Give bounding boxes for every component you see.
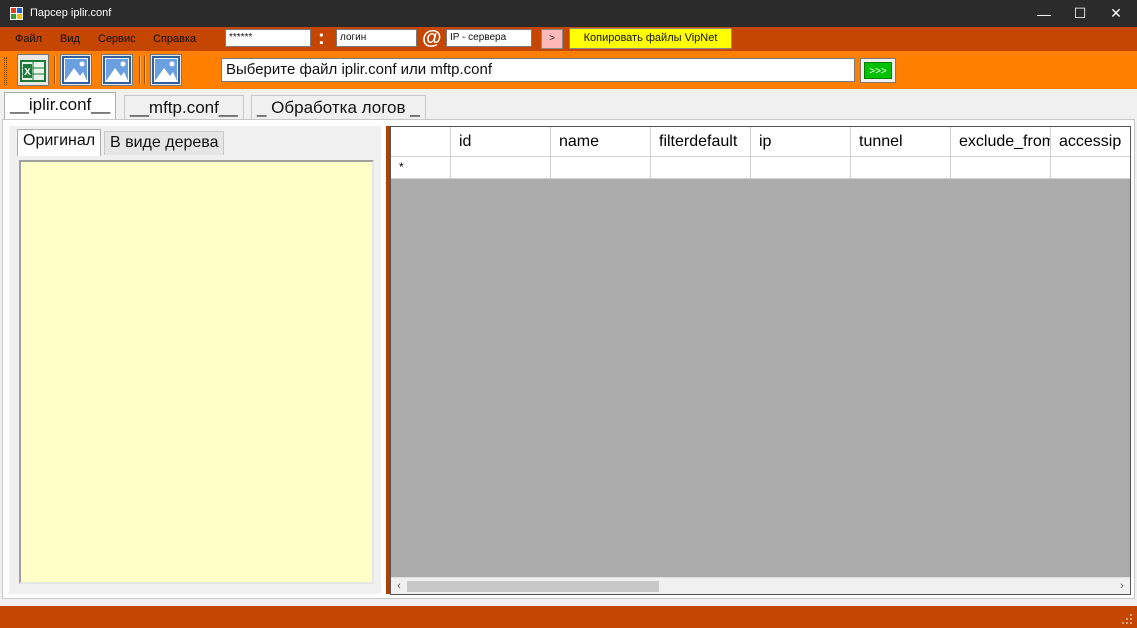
tab-mftp-conf[interactable]: __mftp.conf__ xyxy=(124,95,244,119)
scrollbar-thumb[interactable] xyxy=(407,581,659,592)
app-icon xyxy=(10,7,23,20)
svg-text:X: X xyxy=(24,67,31,78)
login-field[interactable]: логин xyxy=(336,29,417,47)
table-row[interactable]: * xyxy=(391,157,1130,179)
data-grid[interactable]: id name filterdefault ip tunnel exclude_… xyxy=(390,126,1131,595)
subtab-original[interactable]: Оригинал xyxy=(17,129,102,156)
export-excel-button[interactable]: X xyxy=(17,54,49,86)
subtab-tree-view[interactable]: В виде дерева xyxy=(104,131,225,155)
menu-bar: Файл Вид Сервис Справка ****** : логин @… xyxy=(0,27,1137,51)
column-header-ip[interactable]: ip xyxy=(751,127,851,157)
menu-service[interactable]: Сервис xyxy=(98,33,136,45)
toolbar-grip[interactable] xyxy=(4,57,7,85)
main-window: Парсер iplir.conf — ☐ ✕ Файл Вид Сервис … xyxy=(0,0,1137,628)
new-row-marker: * xyxy=(391,157,451,179)
table-cell[interactable] xyxy=(851,157,951,179)
column-header-accessip[interactable]: accessip xyxy=(1051,127,1130,157)
password-field[interactable]: ****** xyxy=(225,29,311,47)
close-button[interactable]: ✕ xyxy=(1093,0,1137,27)
scroll-right-icon[interactable]: › xyxy=(1115,580,1129,592)
tab-content: Оригинал В виде дерева id name filterdef… xyxy=(2,119,1135,599)
menu-help[interactable]: Справка xyxy=(153,33,196,45)
grid-header-row: id name filterdefault ip tunnel exclude_… xyxy=(391,127,1130,157)
file-path-field[interactable]: Выберите файл iplir.conf или mftp.conf xyxy=(221,58,855,82)
column-header-name[interactable]: name xyxy=(551,127,651,157)
excel-icon: X xyxy=(20,60,46,82)
toolbar: X Выберите файл iplir.conf или mftp.conf… xyxy=(0,51,1137,89)
toolbar-separator xyxy=(54,56,56,84)
image-button-1[interactable] xyxy=(60,54,92,86)
config-text-area[interactable] xyxy=(19,160,374,584)
menu-view[interactable]: Вид xyxy=(60,33,80,45)
table-cell[interactable] xyxy=(651,157,751,179)
column-header-row-selector[interactable] xyxy=(391,127,451,157)
horizontal-scrollbar[interactable]: ‹ › xyxy=(391,577,1130,594)
table-cell[interactable] xyxy=(951,157,1051,179)
table-cell[interactable] xyxy=(751,157,851,179)
server-ip-field[interactable]: IP - сервера xyxy=(446,29,532,47)
run-button[interactable]: >>> xyxy=(860,58,896,83)
image-button-3[interactable] xyxy=(150,54,182,86)
scroll-left-icon[interactable]: ‹ xyxy=(392,580,406,592)
resize-grip-icon[interactable] xyxy=(1121,613,1133,625)
table-cell[interactable] xyxy=(451,157,551,179)
colon-separator: : xyxy=(318,27,325,49)
column-header-tunnel[interactable]: tunnel xyxy=(851,127,951,157)
copy-vipnet-files-button[interactable]: Копировать файлы VipNet xyxy=(569,28,732,49)
at-separator: @ xyxy=(422,27,442,49)
menu-file[interactable]: Файл xyxy=(15,33,42,45)
status-bar xyxy=(0,606,1137,628)
image-button-2[interactable] xyxy=(101,54,133,86)
column-header-id[interactable]: id xyxy=(451,127,551,157)
toolbar-separator xyxy=(139,56,141,84)
toolbar-separator xyxy=(144,56,146,84)
run-button-label: >>> xyxy=(864,62,892,79)
image-icon xyxy=(152,56,180,84)
connect-button[interactable]: > xyxy=(541,29,563,49)
image-icon xyxy=(62,56,90,84)
title-bar: Парсер iplir.conf — ☐ ✕ xyxy=(0,0,1137,27)
column-header-filterdefault[interactable]: filterdefault xyxy=(651,127,751,157)
table-cell[interactable] xyxy=(551,157,651,179)
left-panel: Оригинал В виде дерева xyxy=(9,126,381,594)
column-header-exclude-from[interactable]: exclude_from xyxy=(951,127,1051,157)
tab-log-processing[interactable]: _ Обработка логов _ xyxy=(251,95,426,119)
table-cell[interactable] xyxy=(1051,157,1130,179)
tab-iplir-conf[interactable]: __iplir.conf__ xyxy=(4,92,117,119)
image-icon xyxy=(103,56,131,84)
window-title: Парсер iplir.conf xyxy=(30,7,112,19)
